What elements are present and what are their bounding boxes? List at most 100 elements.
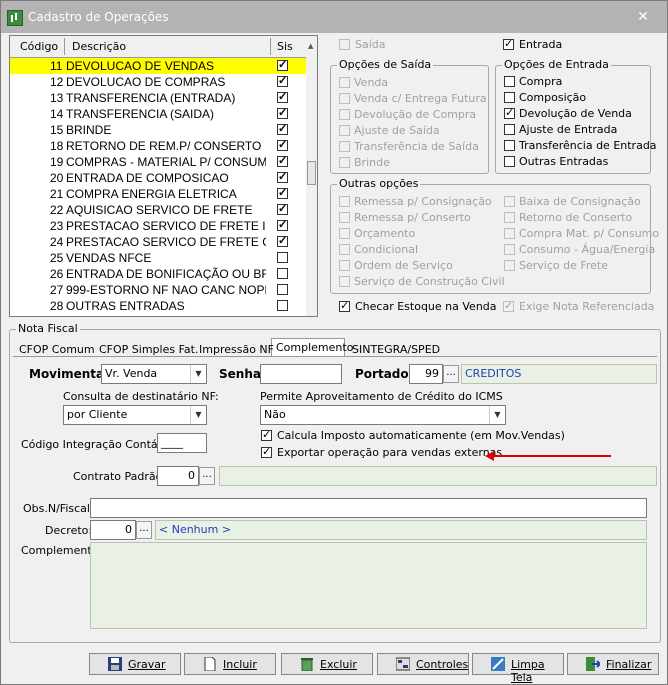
row-sis-checkbox[interactable] xyxy=(277,154,288,167)
outras-option-checkbox[interactable] xyxy=(339,228,350,239)
gravar-button[interactable]: Gravar xyxy=(89,653,181,675)
exige-nota-checkbox[interactable] xyxy=(503,299,514,312)
entrada-option-checkbox[interactable] xyxy=(504,106,515,119)
table-row[interactable]: 21 COMPRA ENERGIA ELETRICA xyxy=(10,186,306,202)
contrato-input[interactable]: 0 xyxy=(157,466,199,486)
row-sis-checkbox[interactable] xyxy=(277,234,288,247)
table-row[interactable]: 20 ENTRADA DE COMPOSICAO xyxy=(10,170,306,186)
table-row[interactable]: 26ENTRADA DE BONIFICAÇÃO OU BRIND xyxy=(10,266,306,282)
operations-grid[interactable]: Código Descrição Sis 11 DEVOLUCAO DE VEND… xyxy=(9,35,318,317)
row-sis-checkbox[interactable] xyxy=(277,186,288,199)
excluir-button[interactable]: Excluir xyxy=(281,653,373,675)
saida-option-checkbox[interactable] xyxy=(339,125,350,136)
row-sis-checkbox[interactable] xyxy=(277,268,288,279)
incluir-button[interactable]: Incluir xyxy=(184,653,276,675)
saida-option-checkbox[interactable] xyxy=(339,141,350,152)
row-sis-checkbox[interactable] xyxy=(277,300,288,311)
row-code: 24 xyxy=(50,235,64,249)
calcula-checkbox[interactable] xyxy=(261,428,272,441)
outras-option-checkbox[interactable] xyxy=(339,212,350,223)
entrada-option-checkbox[interactable] xyxy=(504,124,515,135)
tab-cfop-comum[interactable]: CFOP Comum xyxy=(19,343,95,356)
saida-option-checkbox[interactable] xyxy=(339,93,350,104)
table-row[interactable]: 12 DEVOLUCAO DE COMPRAS xyxy=(10,74,306,90)
row-sis-checkbox[interactable] xyxy=(277,252,288,263)
chevron-down-icon[interactable]: ▼ xyxy=(190,365,206,383)
row-sis-checkbox[interactable] xyxy=(277,284,288,295)
checar-estoque-checkbox[interactable] xyxy=(339,299,350,312)
contrato-lookup-button[interactable]: ... xyxy=(199,467,215,485)
row-sis-checkbox[interactable] xyxy=(277,106,288,119)
entrada-option-checkbox[interactable] xyxy=(504,156,515,167)
row-sis-checkbox[interactable] xyxy=(277,90,288,103)
entrada-option-checkbox[interactable] xyxy=(504,140,515,151)
chevron-down-icon[interactable]: ▼ xyxy=(489,406,505,424)
outras-option-checkbox[interactable] xyxy=(339,260,350,271)
row-sis-checkbox[interactable] xyxy=(277,74,288,87)
outras-option-checkbox[interactable] xyxy=(504,196,515,207)
finalizar-button[interactable]: Finalizar xyxy=(567,653,659,675)
table-row[interactable]: 19 COMPRAS - MATERIAL P/ CONSUMO xyxy=(10,154,306,170)
incluir-label: Incluir xyxy=(223,658,257,671)
table-row[interactable]: 11 DEVOLUCAO DE VENDAS xyxy=(10,58,306,74)
scroll-up-icon[interactable]: ▲ xyxy=(308,42,313,50)
outras-option-checkbox[interactable] xyxy=(339,276,350,287)
limpa-tela-button[interactable]: Limpa Tela xyxy=(472,653,564,684)
grid-scrollbar[interactable]: ▲ xyxy=(306,36,317,316)
saida-option-checkbox[interactable] xyxy=(339,77,350,88)
row-sis-checkbox[interactable] xyxy=(277,58,288,71)
saida-option-checkbox[interactable] xyxy=(339,157,350,168)
column-header-code[interactable]: Código xyxy=(20,40,58,53)
row-sis-checkbox[interactable] xyxy=(277,218,288,231)
column-header-sis[interactable]: Sis xyxy=(277,40,293,53)
table-row[interactable]: 13 TRANSFERENCIA (ENTRADA) xyxy=(10,90,306,106)
entrada-option-checkbox[interactable] xyxy=(504,92,515,103)
permite-select[interactable]: Não ▼ xyxy=(260,405,506,425)
entrada-checkbox[interactable] xyxy=(503,37,514,50)
tab-impressao-nf[interactable]: Impressão NF xyxy=(199,343,274,356)
outras-option-checkbox[interactable] xyxy=(504,244,515,255)
tab-sintegra-sped[interactable]: SINTEGRA/SPED xyxy=(352,343,440,356)
decreto-lookup-button[interactable]: ... xyxy=(136,521,152,539)
controles-button[interactable]: Controles xyxy=(377,653,469,675)
table-row[interactable]: 18 RETORNO DE REM.P/ CONSERTO xyxy=(10,138,306,154)
close-icon[interactable]: ✕ xyxy=(631,7,655,27)
column-header-desc[interactable]: Descrição xyxy=(72,40,126,53)
table-row[interactable]: 28 OUTRAS ENTRADAS xyxy=(10,298,306,314)
codigo-input[interactable]: ____ xyxy=(157,433,207,453)
complemento-textarea[interactable] xyxy=(90,542,647,629)
tab-complemento[interactable]: Complemento xyxy=(276,341,353,354)
entrada-option-checkbox[interactable] xyxy=(504,76,515,87)
app-icon xyxy=(7,10,23,26)
tab-cfop-simples[interactable]: CFOP Simples Fat. xyxy=(99,343,198,356)
obs-input[interactable] xyxy=(90,498,647,518)
saida-checkbox[interactable] xyxy=(339,39,350,50)
table-row[interactable]: 25 VENDAS NFCE xyxy=(10,250,306,266)
decreto-input[interactable]: 0 xyxy=(90,520,136,540)
consulta-select[interactable]: por Cliente ▼ xyxy=(63,405,207,425)
scroll-thumb[interactable] xyxy=(307,161,316,185)
movimentar-select[interactable]: Vr. Venda ▼ xyxy=(101,364,207,384)
outras-option-checkbox[interactable] xyxy=(339,196,350,207)
table-row[interactable]: 14 TRANSFERENCIA (SAIDA) xyxy=(10,106,306,122)
table-row[interactable]: 23 PRESTACAO SERVICO DE FRETE IND. xyxy=(10,218,306,234)
table-row[interactable]: 15 BRINDE xyxy=(10,122,306,138)
row-sis-checkbox[interactable] xyxy=(277,170,288,183)
portador-code-input[interactable]: 99 xyxy=(409,364,443,384)
outras-option-checkbox[interactable] xyxy=(504,228,515,239)
outras-option-label: Consumo - Água/Energia xyxy=(519,243,656,256)
table-row[interactable]: 24PRESTACAO SERVICO DE FRETE COM xyxy=(10,234,306,250)
outras-option-checkbox[interactable] xyxy=(504,212,515,223)
outras-option-checkbox[interactable] xyxy=(504,260,515,271)
table-row[interactable]: 22 AQUISICAO SERVICO DE FRETE xyxy=(10,202,306,218)
senha-input[interactable] xyxy=(260,364,342,384)
table-row[interactable]: 27999-ESTORNO NF NAO CANC NOPRAZ xyxy=(10,282,306,298)
chevron-down-icon[interactable]: ▼ xyxy=(190,406,206,424)
row-sis-checkbox[interactable] xyxy=(277,122,288,135)
saida-option-checkbox[interactable] xyxy=(339,109,350,120)
row-sis-checkbox[interactable] xyxy=(277,138,288,151)
exportar-checkbox[interactable] xyxy=(261,445,272,458)
row-sis-checkbox[interactable] xyxy=(277,202,288,215)
portador-lookup-button[interactable]: ... xyxy=(443,365,459,383)
outras-option-checkbox[interactable] xyxy=(339,244,350,255)
